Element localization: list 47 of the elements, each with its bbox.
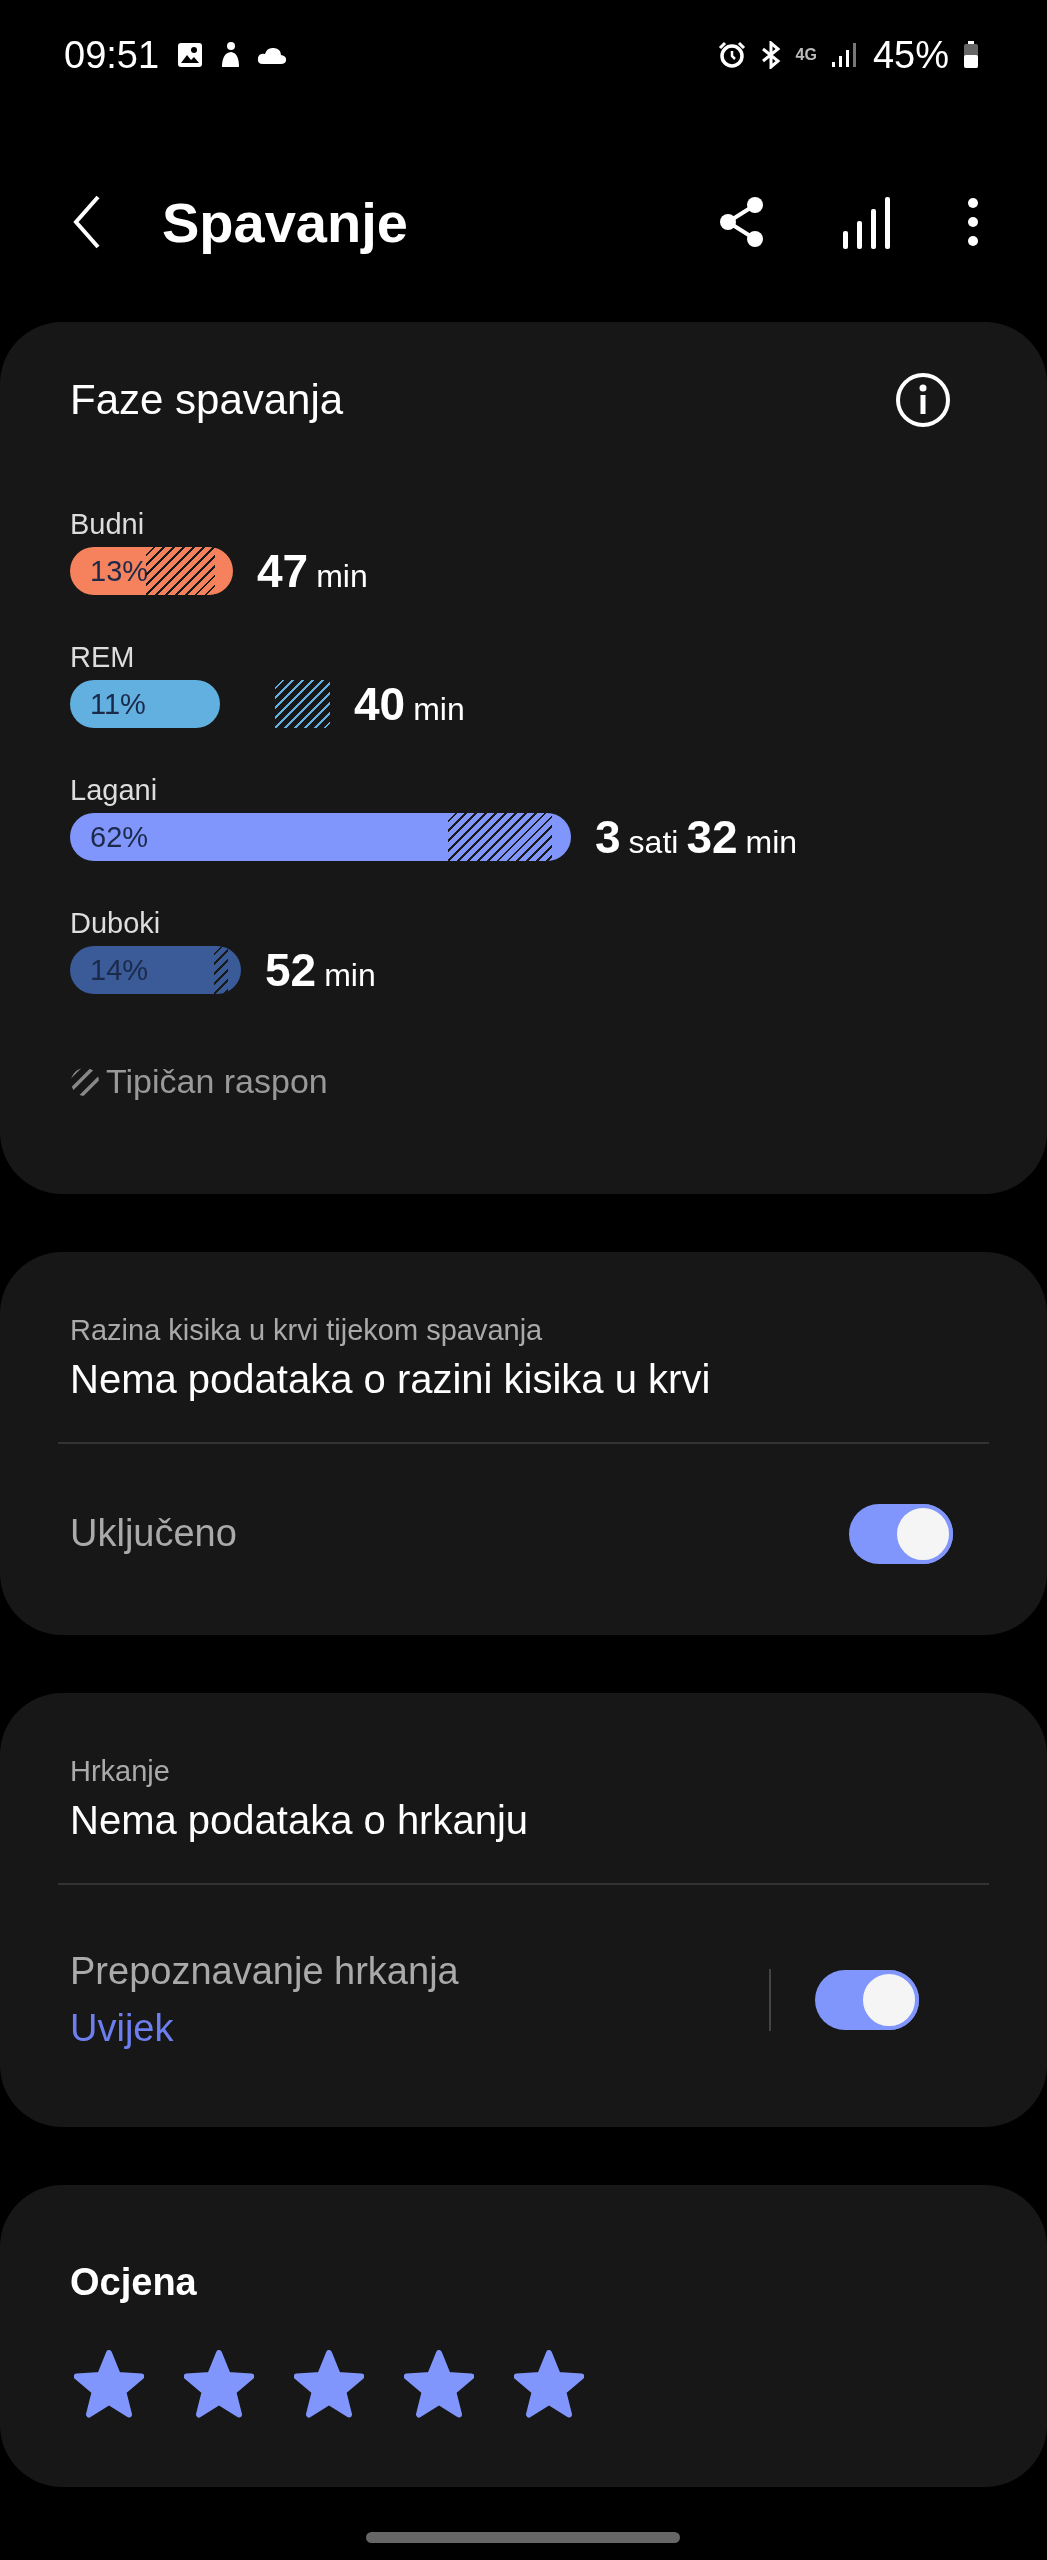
stage-percent: 62%: [90, 821, 149, 854]
page-title: Spavanje: [162, 189, 408, 255]
card-title: Ocjena: [70, 2261, 198, 2304]
network-type: 4G: [795, 46, 817, 64]
stage-label: Duboki: [70, 907, 162, 940]
duration-unit: min: [745, 824, 798, 861]
alarm-icon: [717, 41, 746, 69]
stage-percent: 13%: [90, 555, 149, 588]
card-label: Razina kisika u krvi tijekom spavanja: [70, 1314, 544, 1347]
share-icon[interactable]: [719, 196, 765, 248]
battery-icon: [963, 41, 979, 69]
typical-range-hatch: [146, 547, 215, 595]
battery-percent: 45%: [872, 33, 949, 77]
card-value: Nema podataka o razini kisika u krvi: [70, 1357, 712, 1402]
setting-label: Prepoznavanje hrkanja: [70, 1950, 459, 1993]
duration-unit: min: [316, 558, 368, 595]
duration-value: 52: [265, 943, 317, 997]
signal-icon: [830, 42, 859, 68]
stage-percent: 11%: [90, 688, 146, 721]
info-icon[interactable]: [895, 372, 951, 428]
typical-range-hatch: [214, 946, 228, 994]
back-icon[interactable]: [72, 195, 102, 249]
setting-label: Uključeno: [70, 1512, 237, 1555]
duration-value: 40: [354, 677, 406, 731]
stage-percent: 14%: [90, 954, 149, 987]
bluetooth-icon: [759, 41, 782, 69]
card-value: Nema podataka o hrkanju: [70, 1798, 530, 1843]
typical-range-hatch: [275, 680, 330, 728]
image-icon: [177, 42, 204, 68]
status-time: 09:51: [64, 33, 160, 77]
duration-value: 3: [595, 810, 621, 864]
hatch-icon: [70, 1066, 100, 1097]
duration-unit: min: [324, 957, 376, 994]
stage-label: REM: [70, 641, 136, 674]
bar-chart-icon[interactable]: [841, 195, 891, 249]
more-icon[interactable]: [967, 197, 979, 247]
duration-unit: sati: [628, 824, 679, 861]
toggle-switch[interactable]: [815, 1970, 919, 2030]
setting-value[interactable]: Uvijek: [70, 2007, 459, 2050]
stage-label: Lagani: [70, 774, 159, 807]
card-title: Faze spavanja: [70, 376, 344, 424]
card-label: Hrkanje: [70, 1755, 171, 1788]
legend-label: Tipičan raspon: [106, 1062, 328, 1101]
duration-value: 32: [686, 810, 738, 864]
duration-unit: min: [413, 691, 465, 728]
duration-value: 47: [257, 544, 309, 598]
stage-label: Budni: [70, 508, 146, 541]
